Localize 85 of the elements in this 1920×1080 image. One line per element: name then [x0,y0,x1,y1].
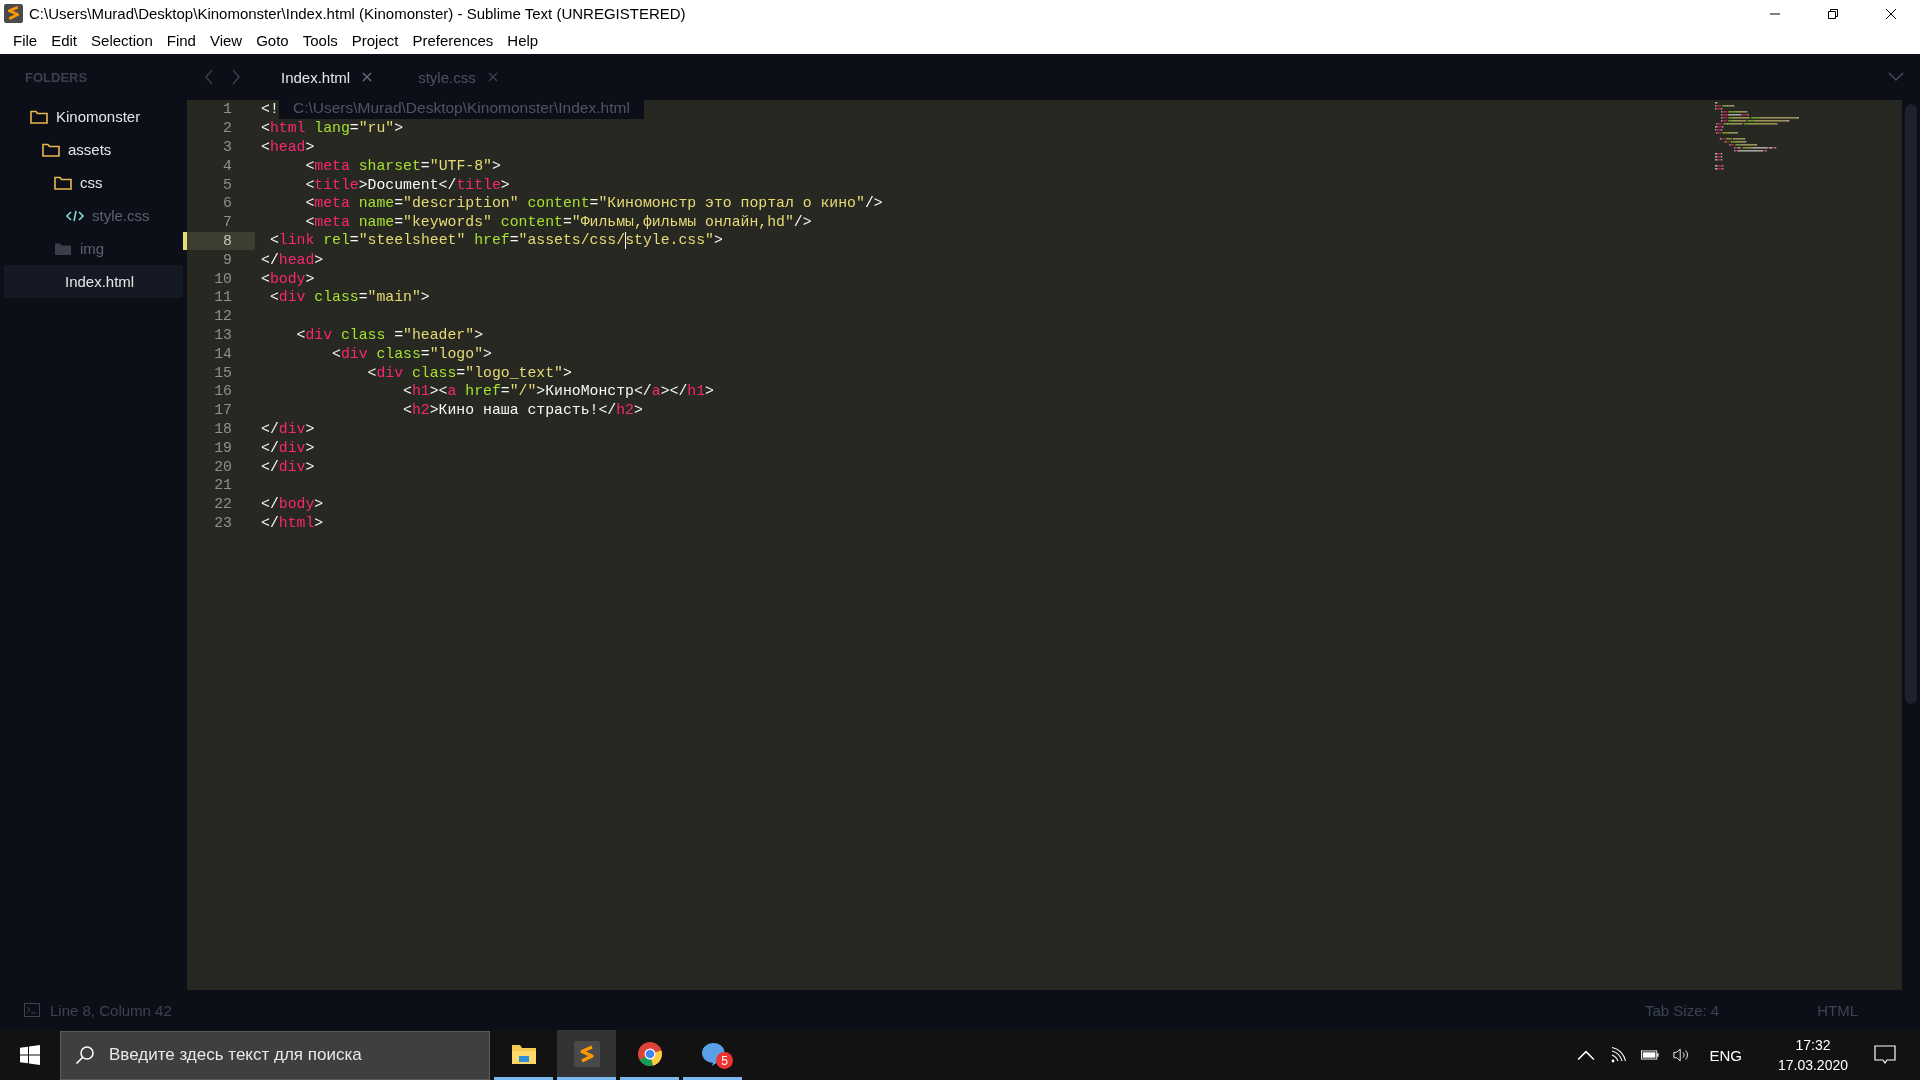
folder-icon [54,241,72,256]
code-line: <div class="logo_text"> [366,364,572,381]
menu-item[interactable]: Find [159,32,203,49]
wifi-icon[interactable] [1609,1047,1628,1063]
code-line: <html lang="ru"> [260,120,404,137]
menu-item[interactable]: Selection [84,32,160,49]
notification-badge: 5 [716,1052,733,1069]
code-line: <meta name="description" content="Киномонстр это портал о кино"/> [304,195,883,212]
notification-icon[interactable] [1874,1045,1896,1065]
line-number: 1 [222,100,233,119]
line-number: 16 [213,382,233,401]
code-line: <h2>Кино наша страсть!</h2> [402,402,643,419]
line-number: 10 [213,269,233,288]
taskbar-app[interactable] [557,1030,616,1080]
code-line: <h1><a href="/">КиноМонстр</a></h1> [402,383,714,400]
tree-item[interactable]: Kinomonster [4,100,183,133]
line-number: 2 [222,119,233,138]
menu-item[interactable]: View [202,32,250,49]
code-line: <meta name="keywords" content="Фильмы,фильмы онлайн,hd"/> [304,214,812,231]
menu-item[interactable]: Edit [44,32,85,49]
line-number: 7 [222,213,233,232]
window-title: C:\Users\Murad\Desktop\Kinomonster\Index.html (Kinomonster) - Sublime Text (UNREGISTERED) [29,5,687,22]
path-tooltip: C:\Users\Murad\Desktop\Kinomonster\Index.html [279,97,644,119]
code-line: </body> [260,496,324,513]
restore-icon[interactable] [1827,7,1839,20]
code-line: </div> [260,458,315,475]
line-number: 17 [213,401,233,420]
line-number: 21 [213,476,233,495]
tree-item[interactable]: css [4,166,183,199]
code-line: <! [260,101,279,118]
line-number: 11 [213,288,233,307]
folder-icon [54,175,72,190]
app-logo-icon [4,4,23,23]
menu-item[interactable]: Help [500,32,546,49]
line-number: 19 [213,438,233,458]
menu-item[interactable]: Project [344,32,406,49]
language-indicator[interactable]: ENG [1709,1046,1742,1064]
line-number: 3 [222,138,233,157]
tree-item[interactable]: assets [4,133,183,166]
code-line: </div> [260,439,315,456]
code-file-icon [66,208,84,223]
windows-start-icon[interactable] [20,1045,40,1065]
line-number: 14 [213,344,233,364]
app-logo-icon [573,1040,600,1067]
line-number: 6 [222,194,233,213]
line-number: 8 [183,231,255,251]
line-number: 18 [213,419,233,439]
battery-icon[interactable] [1641,1047,1660,1063]
code-line: <div class ="header"> [295,326,484,343]
line-number: 15 [213,363,233,382]
line-number: 12 [213,307,233,326]
browser-icon [636,1040,663,1067]
code-line: <div class="main"> [268,289,430,306]
code-line: </head> [260,251,324,268]
code-line: <title>Document</title> [304,176,510,193]
sidebar-header: FOLDERS [25,69,88,85]
file-tab[interactable]: Index.html [269,54,385,100]
search-icon [75,1044,95,1065]
code-line: <link rel="steelsheet" href="assets/css/style.css"> [268,232,723,250]
line-number: 9 [222,250,233,270]
line-number: 4 [222,156,233,176]
close-icon[interactable] [1885,7,1897,20]
line-number: 13 [213,325,233,345]
code-line: </html> [260,514,324,531]
clock-date[interactable]: 17.03.2020 [1777,1057,1848,1073]
line-number: 5 [222,175,233,194]
code-line: <body> [260,270,315,287]
code-line: <div class="logo"> [331,345,492,362]
clock-time[interactable]: 17:32 [1795,1037,1831,1053]
line-number: 23 [213,513,233,533]
menu-item[interactable]: File [6,32,45,49]
code-line: <head> [260,139,315,155]
menu-item[interactable]: Tools [295,32,345,49]
folder-icon [30,109,48,124]
menu-item[interactable]: Preferences [405,32,501,49]
taskbar-search-field[interactable]: Введите здесь текст для поиска [60,1030,490,1080]
tree-item[interactable]: Index.html [4,265,183,298]
code-line: </div> [260,420,315,437]
code-line: <meta sharset="UTF-8"> [304,157,501,174]
taskbar-app[interactable]: 5 [683,1030,742,1080]
folder-icon [42,142,60,157]
line-number: 20 [213,457,233,476]
menu-item[interactable]: Goto [249,32,296,49]
cursor-position: Line 8, Column 42 [50,1001,172,1019]
line-number: 22 [213,495,233,514]
